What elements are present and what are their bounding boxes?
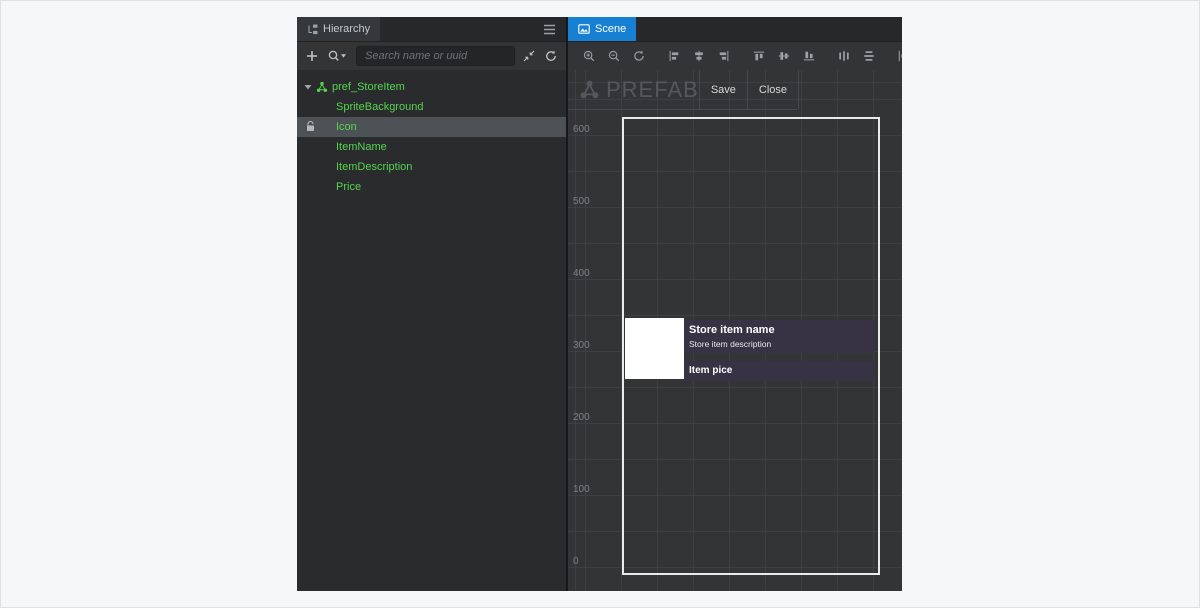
- close-button[interactable]: Close: [747, 70, 799, 109]
- store-item-name-node[interactable]: Store item name Store item description: [684, 320, 875, 353]
- store-item-price-text: Item pice: [689, 365, 732, 376]
- refresh-icon[interactable]: [543, 47, 559, 65]
- scene-panel-header: Scene: [568, 17, 902, 42]
- align-v-center-icon[interactable]: [776, 47, 792, 65]
- search-input[interactable]: [356, 46, 515, 66]
- ruler-label: 500: [573, 196, 590, 207]
- align-h-center-icon[interactable]: [691, 47, 707, 65]
- scene-panel: Scene: [568, 17, 902, 591]
- node-label: ItemName: [336, 141, 387, 153]
- align-bottom-icon[interactable]: [801, 47, 817, 65]
- scene-toolbar: [568, 42, 902, 70]
- align-left-icon[interactable]: [666, 47, 682, 65]
- hierarchy-panel-header: Hierarchy: [297, 17, 566, 42]
- hierarchy-tree: pref_StoreItem SpriteBackground Icon Ite…: [297, 70, 566, 591]
- store-item-description-text: Store item description: [689, 339, 875, 349]
- lock-icon[interactable]: [306, 121, 315, 132]
- prefab-header: PREFAB Save Close: [568, 70, 797, 110]
- editor-window: Hierarchy: [297, 17, 902, 591]
- ruler-label: 200: [573, 412, 590, 423]
- node-label: Icon: [336, 121, 357, 133]
- hierarchy-tab-label: Hierarchy: [323, 23, 370, 35]
- tree-item-Icon[interactable]: Icon: [297, 117, 566, 137]
- scene-canvas[interactable]: PREFAB Save Close 600 500 400 300 200 10…: [568, 70, 902, 591]
- node-label: SpriteBackground: [336, 101, 423, 113]
- prefab-icon: [316, 81, 328, 93]
- node-label: pref_StoreItem: [332, 81, 405, 93]
- align-right-icon[interactable]: [716, 47, 732, 65]
- tree-item-SpriteBackground[interactable]: SpriteBackground: [297, 97, 566, 117]
- zoom-out-icon[interactable]: [606, 47, 622, 65]
- scene-tab-label: Scene: [595, 23, 626, 35]
- collapse-all-icon[interactable]: [521, 47, 537, 65]
- hierarchy-panel: Hierarchy: [297, 17, 568, 591]
- scene-icon: [578, 23, 590, 35]
- tree-item-ItemDescription[interactable]: ItemDescription: [297, 157, 566, 177]
- reset-view-icon[interactable]: [631, 47, 647, 65]
- tree-item-Price[interactable]: Price: [297, 177, 566, 197]
- store-item-icon-node[interactable]: [625, 318, 684, 379]
- tab-hierarchy[interactable]: Hierarchy: [297, 17, 380, 41]
- prefab-logo-icon: [579, 79, 600, 100]
- tab-scene[interactable]: Scene: [568, 17, 636, 41]
- node-label: Price: [336, 181, 361, 193]
- hierarchy-icon: [307, 24, 318, 35]
- search-filter-button[interactable]: [326, 47, 350, 65]
- ruler-label: 0: [573, 556, 579, 567]
- zoom-in-icon[interactable]: [581, 47, 597, 65]
- add-node-button[interactable]: [304, 47, 320, 65]
- hierarchy-toolbar: [297, 42, 566, 70]
- tree-item-ItemName[interactable]: ItemName: [297, 137, 566, 157]
- ruler-label: 100: [573, 484, 590, 495]
- store-item-name-text: Store item name: [689, 324, 875, 336]
- ruler-label: 600: [573, 124, 590, 135]
- distribute-v-icon[interactable]: [861, 47, 877, 65]
- ruler-label: 400: [573, 268, 590, 279]
- node-label: ItemDescription: [336, 161, 412, 173]
- expand-arrow-icon[interactable]: [304, 83, 312, 91]
- store-item-price-node[interactable]: Item pice: [684, 361, 875, 381]
- save-button[interactable]: Save: [699, 70, 747, 109]
- tree-item-pref_StoreItem[interactable]: pref_StoreItem: [297, 77, 566, 97]
- ruler-label: 300: [573, 340, 590, 351]
- align-top-icon[interactable]: [751, 47, 767, 65]
- stretch-h-icon[interactable]: [896, 47, 902, 65]
- panel-menu-icon[interactable]: [533, 17, 566, 41]
- distribute-h-icon[interactable]: [836, 47, 852, 65]
- prefab-logo-label: PREFAB: [606, 77, 699, 103]
- prefab-mode-logo: PREFAB: [568, 70, 699, 109]
